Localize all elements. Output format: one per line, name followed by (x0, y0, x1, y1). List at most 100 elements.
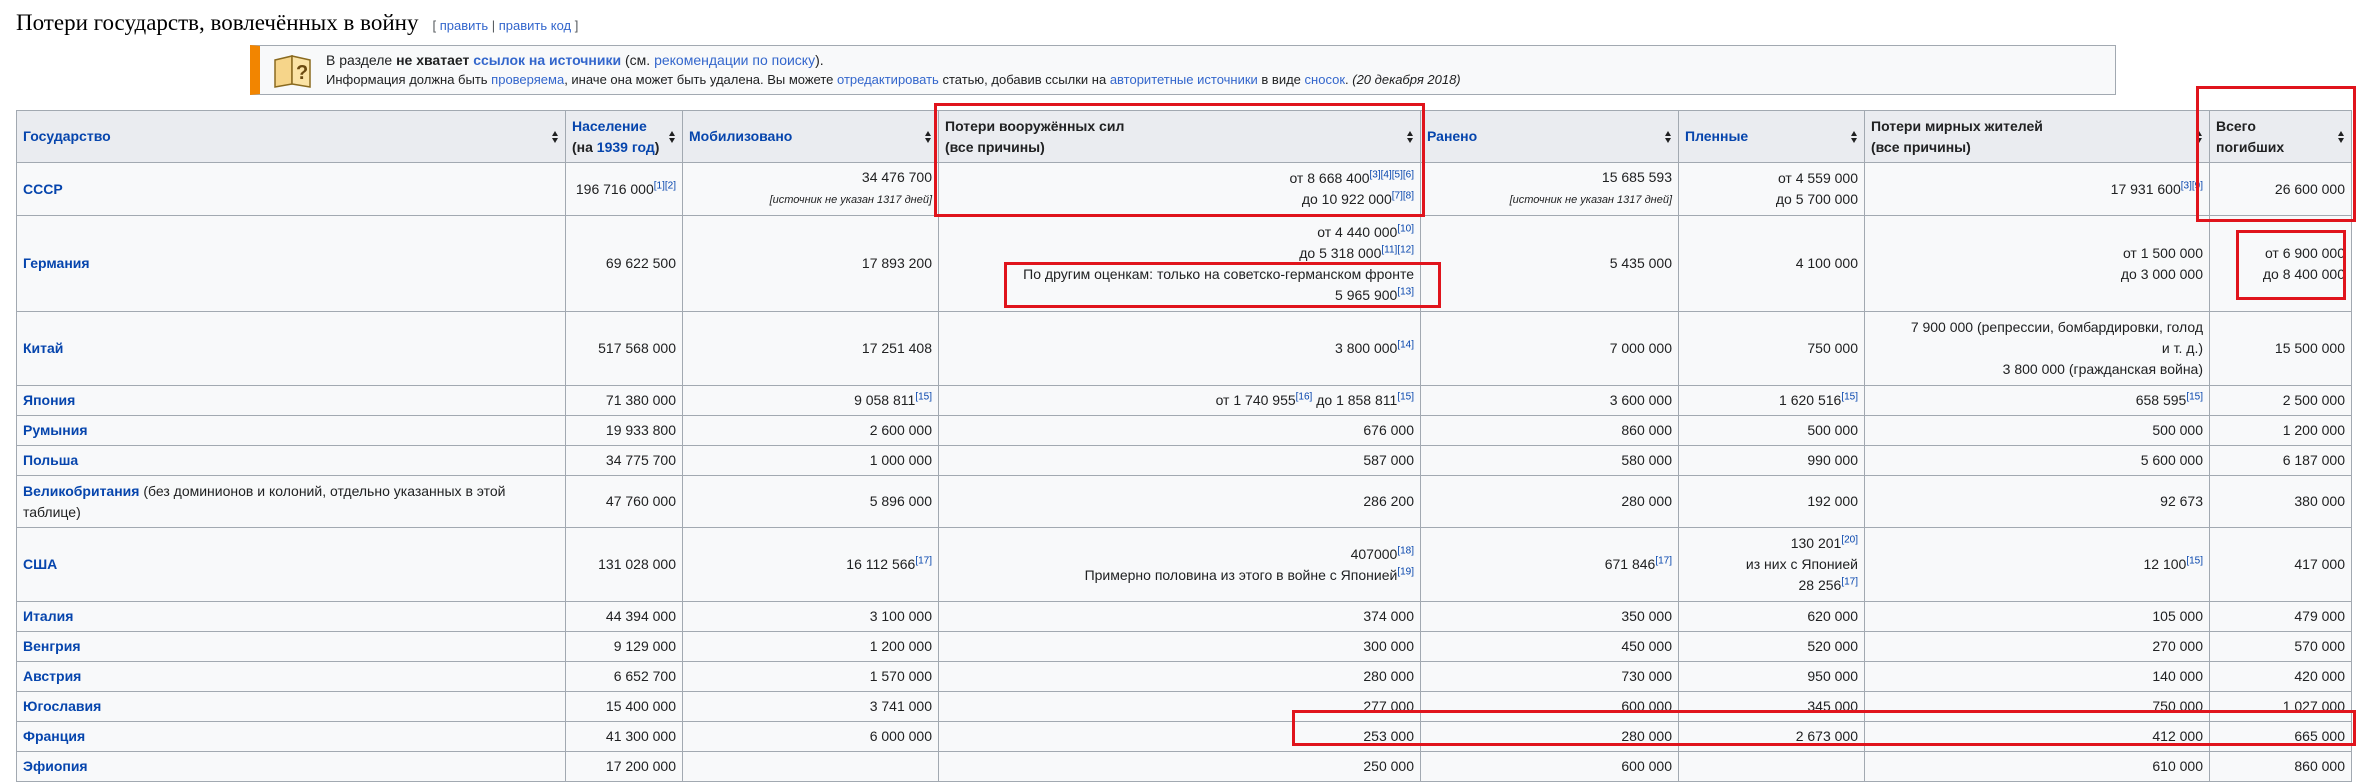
sort-icon[interactable] (1407, 129, 1414, 145)
verifiable-link[interactable]: проверяема (491, 72, 564, 87)
column-header-prisoners[interactable]: Пленные (1678, 110, 1865, 163)
country-link[interactable]: Италия (23, 608, 73, 624)
column-header-country[interactable]: Государство (16, 110, 566, 163)
prisoners-cell (1678, 751, 1865, 782)
population-cell: 47 760 000 (565, 475, 683, 528)
text-fragment: 15 685 593 (1601, 169, 1672, 185)
reference-link[interactable]: [14] (1397, 339, 1414, 350)
citation-needed-note[interactable]: [источник не указан 1317 дней] (1510, 194, 1672, 206)
reliable-sources-link[interactable]: авторитетные источники (1110, 72, 1258, 87)
country-link[interactable]: Югославия (23, 698, 101, 714)
column-header-link[interactable]: Ранено (1427, 128, 1477, 144)
text-fragment: Всего (2216, 117, 2256, 134)
country-link[interactable]: Австрия (23, 668, 81, 684)
text-fragment: 34 476 700 (861, 169, 932, 185)
country-link[interactable]: Румыния (23, 422, 87, 438)
text-fragment: до 8 400 000 (2262, 265, 2345, 282)
country-link[interactable]: Китай (23, 340, 63, 356)
footnotes-link[interactable]: сносок (1305, 72, 1345, 87)
reference-link[interactable]: [11][12] (1381, 244, 1414, 255)
table-row: Китай 517 568 000 17 251 408 3 800 000[1… (16, 311, 2352, 386)
sort-icon[interactable] (1665, 129, 1672, 145)
reference-link[interactable]: [15] (915, 391, 932, 402)
text-fragment: 5 965 900 (1335, 286, 1398, 303)
reference-link[interactable]: [18] (1397, 545, 1414, 556)
military-losses-cell: 407000[18] Примерно половина из этого в в… (938, 527, 1421, 602)
wounded-cell: 600 000 (1420, 751, 1679, 782)
section-heading: Потери государств, вовлечённых в войну [… (16, 10, 578, 40)
column-header-link[interactable]: Население (572, 118, 647, 134)
mobilized-cell: 3 100 000 (682, 601, 939, 632)
country-link[interactable]: Венгрия (23, 638, 81, 654)
country-cell: Австрия (16, 661, 566, 692)
text-fragment: от 4 559 000 (1777, 170, 1858, 186)
column-header-total-deaths[interactable]: Всего погибших (2209, 110, 2352, 163)
reference-link[interactable]: [13] (1397, 286, 1414, 297)
text-fragment: 658 595 (2135, 392, 2187, 408)
text-fragment: ). (815, 52, 824, 68)
mobilized-cell: 2 600 000 (682, 415, 939, 446)
reference-link[interactable]: [17] (1841, 576, 1858, 587)
notice-box: ? В разделе не хватает ссылок на источни… (250, 45, 2116, 95)
population-cell: 41 300 000 (565, 721, 683, 752)
total-deaths-cell: от 6 900 000 до 8 400 000 (2209, 215, 2352, 312)
table-row: Румыния 19 933 800 2 600 000 676 000 860… (16, 415, 2352, 446)
military-losses-cell: 374 000 (938, 601, 1421, 632)
reference-link[interactable]: [3][4][5][6] (1370, 169, 1414, 180)
reference-link[interactable]: [17] (1655, 555, 1672, 566)
column-header-civil-losses[interactable]: Потери мирных жителей (все причины) (1864, 110, 2210, 163)
country-link[interactable]: США (23, 556, 57, 572)
column-header-population[interactable]: Население (на 1939 год) (565, 110, 683, 163)
reference-link[interactable]: [15] (2186, 555, 2203, 566)
country-link[interactable]: СССР (23, 181, 63, 197)
reference-link[interactable]: [15] (1841, 391, 1858, 402)
sort-icon[interactable] (2338, 129, 2345, 145)
column-header-link[interactable]: Государство (23, 128, 111, 144)
mobilized-cell: 16 112 566[17] (682, 527, 939, 602)
country-link[interactable]: Польша (23, 452, 78, 468)
total-deaths-cell: 1 027 000 (2209, 691, 2352, 722)
column-header-link[interactable]: Пленные (1685, 128, 1748, 144)
reference-link[interactable]: [1][2] (654, 180, 676, 191)
reference-link[interactable]: [7][8] (1392, 190, 1414, 201)
citation-needed-note[interactable]: [источник не указан 1317 дней] (770, 194, 932, 206)
mobilized-cell: 1 570 000 (682, 661, 939, 692)
sort-icon[interactable] (925, 129, 932, 145)
column-header-mobilized[interactable]: Мобилизовано (682, 110, 939, 163)
mobilized-cell: 17 251 408 (682, 311, 939, 386)
sort-icon[interactable] (669, 129, 676, 145)
book-question-icon: ? (274, 55, 311, 88)
country-link[interactable]: Франция (23, 728, 85, 744)
table-row: США 131 028 000 16 112 566[17] 407000[18… (16, 527, 2352, 602)
column-header-military-losses[interactable]: Потери вооружённых сил (все причины) (938, 110, 1421, 163)
edit-code-link[interactable]: править код (499, 18, 571, 33)
civil-losses-cell: 12 100[15] (1864, 527, 2210, 602)
sort-icon[interactable] (2196, 129, 2203, 145)
year-1939-link[interactable]: 1939 год (597, 139, 655, 155)
country-link[interactable]: Япония (23, 392, 75, 408)
text-fragment: ] (574, 18, 579, 33)
total-deaths-cell: 6 187 000 (2209, 445, 2352, 476)
sources-link[interactable]: ссылок на источники (473, 52, 621, 68)
military-losses-cell: 280 000 (938, 661, 1421, 692)
reference-link[interactable]: [20] (1841, 534, 1858, 545)
reference-link[interactable]: [15] (1397, 391, 1414, 402)
search-tips-link[interactable]: рекомендации по поиску (654, 52, 815, 68)
column-header-link[interactable]: Мобилизовано (689, 128, 792, 144)
edit-article-link[interactable]: отредактировать (837, 72, 939, 87)
edit-link[interactable]: править (440, 18, 488, 33)
text-fragment: ) (654, 138, 660, 155)
country-cell: Германия (16, 215, 566, 312)
country-link[interactable]: Эфиопия (23, 758, 88, 774)
reference-link[interactable]: [17] (915, 555, 932, 566)
sort-icon[interactable] (1851, 129, 1858, 145)
country-link[interactable]: Великобритания (23, 483, 139, 499)
reference-link[interactable]: [3][9] (2181, 180, 2203, 191)
country-link[interactable]: Германия (23, 255, 90, 271)
reference-link[interactable]: [16] (1296, 391, 1313, 402)
reference-link[interactable]: [10] (1397, 223, 1414, 234)
reference-link[interactable]: [19] (1397, 566, 1414, 577)
column-header-wounded[interactable]: Ранено (1420, 110, 1679, 163)
reference-link[interactable]: [15] (2186, 391, 2203, 402)
sort-icon[interactable] (552, 129, 559, 145)
